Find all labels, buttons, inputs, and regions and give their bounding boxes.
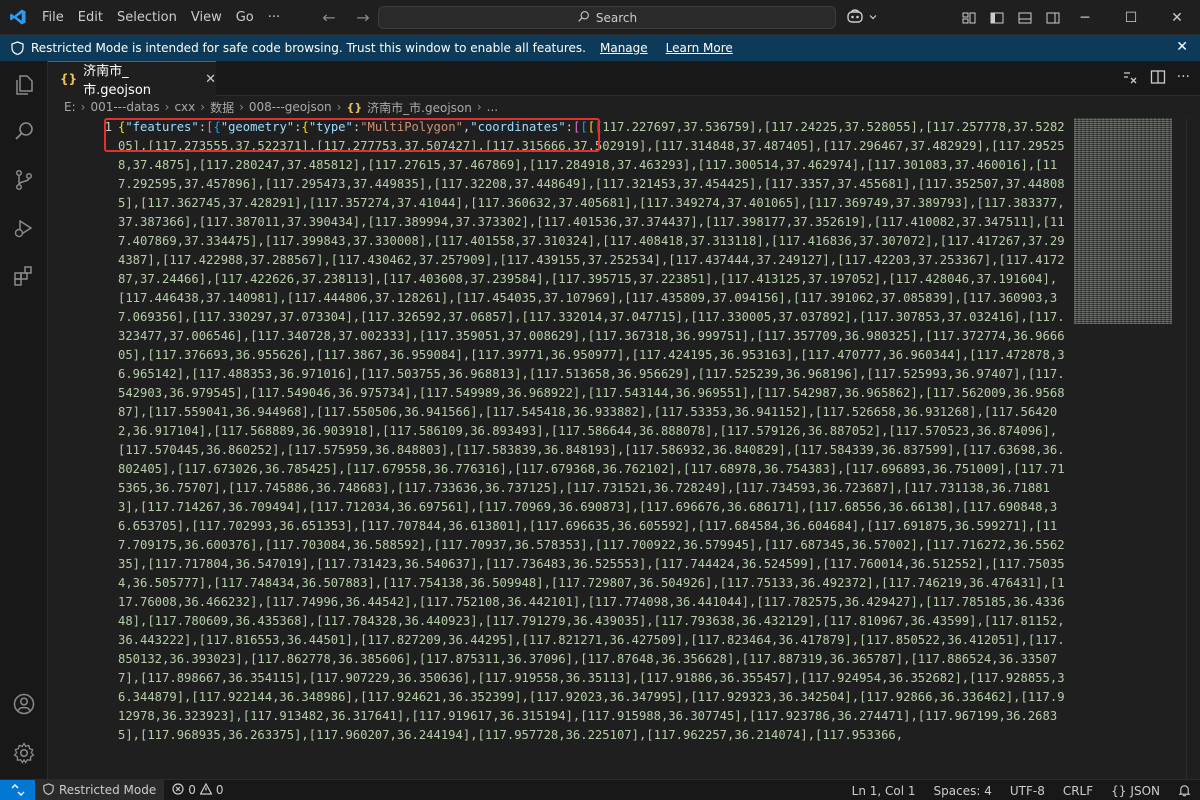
- remote-indicator-icon[interactable]: [0, 779, 35, 800]
- back-arrow-icon[interactable]: ←: [318, 8, 340, 27]
- command-center-search[interactable]: Search: [378, 6, 836, 29]
- more-actions-icon[interactable]: ···: [1177, 68, 1190, 90]
- annotation-highlight-box: [104, 118, 600, 152]
- banner-manage-link[interactable]: Manage: [600, 41, 648, 55]
- forward-arrow-icon[interactable]: →: [352, 8, 374, 27]
- code-content[interactable]: {"features":[{"geometry":{"type":"MultiP…: [118, 118, 1070, 745]
- breadcrumb: E: › 001---datas › cxx › 数据 › 008---geoj…: [64, 96, 498, 118]
- customize-layout-icon[interactable]: [958, 7, 980, 29]
- chevron-right-icon: ›: [476, 100, 482, 114]
- restricted-mode-indicator[interactable]: Restricted Mode: [35, 779, 165, 800]
- split-editor-icon[interactable]: [1149, 68, 1167, 90]
- menu-bar: File Edit Selection View Go ···: [35, 0, 287, 35]
- breadcrumb-drive[interactable]: E:: [64, 100, 76, 114]
- notifications-bell-icon[interactable]: [1169, 784, 1200, 797]
- close-window-icon[interactable]: ✕: [1154, 0, 1200, 35]
- vscode-logo-icon: [0, 0, 35, 35]
- search-icon: [577, 10, 590, 26]
- settings-gear-icon[interactable]: [12, 741, 36, 765]
- coordinate-data: [117.227697,37.536759],[117.24225,37.528…: [118, 120, 1065, 742]
- chevron-right-icon: ›: [80, 100, 86, 114]
- error-icon: [172, 782, 184, 798]
- account-icon[interactable]: [12, 692, 36, 716]
- language-mode[interactable]: {} JSON: [1102, 784, 1169, 798]
- encoding[interactable]: UTF-8: [1001, 784, 1054, 798]
- breadcrumb-folder-datas[interactable]: 001---datas: [90, 100, 159, 114]
- chevron-right-icon: ›: [200, 100, 206, 114]
- shield-icon: [43, 782, 54, 798]
- breadcrumb-folder-cxx[interactable]: cxx: [174, 100, 195, 114]
- editor-actions: ···: [1121, 68, 1190, 90]
- menu-file[interactable]: File: [35, 0, 71, 35]
- toggle-secondary-sidebar-icon[interactable]: [1042, 7, 1064, 29]
- warning-count: 0: [215, 783, 224, 797]
- close-icon[interactable]: ✕: [1176, 39, 1188, 55]
- title-bar: File Edit Selection View Go ··· ← → Sear…: [0, 0, 1200, 35]
- vertical-scrollbar[interactable]: [1186, 118, 1200, 779]
- json-file-icon: {}: [346, 100, 363, 114]
- restricted-mode-label: Restricted Mode: [59, 783, 157, 797]
- chevron-right-icon: ›: [336, 100, 342, 114]
- end-of-line[interactable]: CRLF: [1054, 784, 1102, 798]
- menu-more[interactable]: ···: [261, 0, 287, 35]
- run-debug-icon[interactable]: [12, 216, 36, 240]
- chevron-right-icon: ›: [239, 100, 244, 114]
- minimize-icon[interactable]: ─: [1062, 0, 1108, 35]
- indentation[interactable]: Spaces: 4: [925, 784, 1001, 798]
- layout-controls: [958, 0, 1064, 35]
- extensions-icon[interactable]: [12, 264, 36, 288]
- json-file-icon: {}: [60, 72, 78, 86]
- problems-indicator[interactable]: 0 0: [164, 782, 231, 798]
- open-changes-icon[interactable]: [1121, 68, 1139, 90]
- explorer-icon[interactable]: [12, 73, 36, 97]
- tab-label: 济南市_市.geojson: [83, 64, 152, 98]
- breadcrumb-folder-geojson[interactable]: 008---geojson: [249, 100, 332, 114]
- error-count: 0: [188, 783, 196, 797]
- language-label: JSON: [1130, 783, 1160, 798]
- maximize-icon[interactable]: ☐: [1108, 0, 1154, 35]
- braces-icon: {}: [1111, 783, 1127, 798]
- copilot-menu[interactable]: [846, 8, 878, 28]
- search-view-icon[interactable]: [12, 119, 36, 143]
- warning-icon: [199, 782, 213, 798]
- chevron-down-icon: [868, 11, 878, 26]
- activity-bar: [0, 61, 48, 779]
- chevron-right-icon: ›: [164, 100, 170, 114]
- status-bar-right: Ln 1, Col 1 Spaces: 4 UTF-8 CRLF {} JSON: [843, 780, 1200, 800]
- menu-selection[interactable]: Selection: [110, 0, 184, 35]
- minimap-viewport[interactable]: [1074, 118, 1172, 324]
- menu-edit[interactable]: Edit: [71, 0, 110, 35]
- cursor-position[interactable]: Ln 1, Col 1: [843, 784, 925, 798]
- menu-view[interactable]: View: [184, 0, 229, 35]
- breadcrumb-folder-data[interactable]: 数据: [210, 99, 234, 116]
- code-editor[interactable]: 1 {"features":[{"geometry":{"type":"Mult…: [48, 118, 1200, 779]
- status-bar: Restricted Mode 0 0 Ln 1, Col 1 Spaces: …: [0, 779, 1200, 800]
- toggle-primary-sidebar-icon[interactable]: [986, 7, 1008, 29]
- shield-icon: [11, 41, 24, 55]
- toggle-panel-icon[interactable]: [1014, 7, 1036, 29]
- window-controls: ─ ☐ ✕: [1062, 0, 1200, 35]
- breadcrumb-symbol[interactable]: ...: [487, 100, 498, 114]
- banner-message: Restricted Mode is intended for safe cod…: [31, 41, 586, 55]
- breadcrumb-file[interactable]: 济南市_市.geojson: [367, 99, 472, 116]
- restricted-mode-banner: Restricted Mode is intended for safe cod…: [0, 35, 1200, 61]
- banner-learn-more-link[interactable]: Learn More: [666, 41, 733, 55]
- navigation-arrows: ← →: [318, 0, 374, 35]
- editor-tabs-bar: {} 济南市_市.geojson ✕ ···: [48, 61, 1200, 98]
- menu-go[interactable]: Go: [229, 0, 261, 35]
- close-tab-icon[interactable]: ✕: [205, 72, 216, 87]
- tab-geojson-file[interactable]: {} 济南市_市.geojson ✕: [48, 61, 216, 98]
- source-control-icon[interactable]: [12, 168, 36, 192]
- search-label: Search: [595, 10, 638, 25]
- copilot-icon: [846, 8, 864, 28]
